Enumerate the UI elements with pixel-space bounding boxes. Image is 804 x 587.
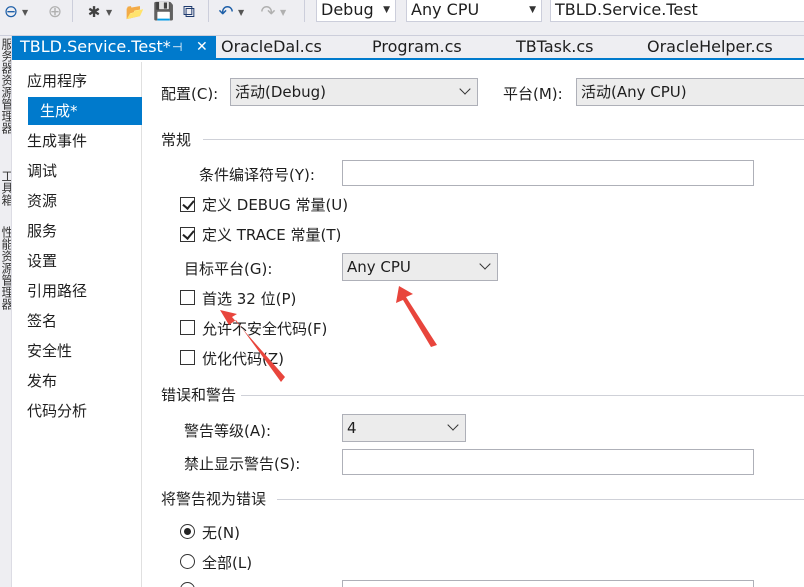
specific-warnings-input[interactable] bbox=[342, 580, 754, 587]
undo-icon[interactable]: ↶ bbox=[216, 2, 236, 23]
toolbar-separator bbox=[208, 0, 209, 22]
chevron-down-icon: ▼ bbox=[529, 5, 536, 15]
new-project-dropdown-icon[interactable]: ▼ bbox=[106, 8, 112, 17]
allow-unsafe-checkbox[interactable] bbox=[180, 320, 195, 335]
forward-icon[interactable]: ⊕ bbox=[46, 2, 64, 22]
solution-configuration-value: Debug bbox=[321, 0, 374, 19]
undo-dropdown-icon[interactable]: ▼ bbox=[238, 8, 244, 17]
conditional-symbols-input[interactable] bbox=[342, 160, 754, 186]
solution-configuration-combo[interactable]: Debug ▼ bbox=[316, 0, 396, 22]
platform-select[interactable]: 活动(Any CPU) bbox=[576, 78, 804, 106]
save-all-icon[interactable]: ⧉ bbox=[178, 2, 200, 22]
chevron-down-icon bbox=[459, 83, 471, 95]
nav-item-application[interactable]: 应用程序 bbox=[27, 67, 142, 95]
warning-level-select[interactable]: 4 bbox=[342, 414, 466, 442]
platform-label: 平台(M): bbox=[503, 85, 563, 103]
nav-item-build-events[interactable]: 生成事件 bbox=[27, 127, 142, 155]
nav-item-debug[interactable]: 调试 bbox=[27, 157, 142, 185]
toolbox-tab[interactable]: 工具箱 bbox=[0, 170, 11, 206]
treat-warnings-all-label: 全部(L) bbox=[202, 554, 253, 572]
pin-icon[interactable]: ⊣ bbox=[172, 36, 182, 58]
document-tabs: TBLD.Service.Test* ⊣ ✕ OracleDal.cs Prog… bbox=[12, 36, 804, 60]
nav-item-publish[interactable]: 发布 bbox=[27, 367, 142, 395]
toolbar: ⊖ ▼ ⊕ ✱ ▼ 📂 💾 ⧉ ↶ ▼ ↷ ▼ Debug ▼ Any CPU … bbox=[0, 0, 804, 36]
tab-oracledal[interactable]: OracleDal.cs bbox=[221, 36, 322, 58]
toolbar-separator bbox=[304, 0, 305, 22]
section-divider bbox=[203, 139, 804, 140]
platform-target-value: Any CPU bbox=[347, 258, 411, 276]
nav-item-services[interactable]: 服务 bbox=[27, 217, 142, 245]
chevron-down-icon bbox=[479, 258, 491, 270]
define-debug-label: 定义 DEBUG 常量(U) bbox=[202, 196, 349, 214]
startup-project-value: TBLD.Service.Test bbox=[555, 0, 698, 19]
treat-warnings-none-label: 无(N) bbox=[202, 524, 240, 542]
redo-dropdown-icon[interactable]: ▼ bbox=[280, 8, 286, 17]
nav-item-settings[interactable]: 设置 bbox=[27, 247, 142, 275]
properties-nav: 应用程序 生成* 生成事件 调试 资源 服务 设置 引用路径 签名 安全性 发布… bbox=[12, 62, 142, 587]
tab-tbtask[interactable]: TBTask.cs bbox=[516, 36, 594, 58]
tab-label: TBLD.Service.Test* bbox=[20, 37, 171, 56]
open-folder-icon[interactable]: 📂 bbox=[124, 2, 146, 22]
nav-item-reference-paths[interactable]: 引用路径 bbox=[27, 277, 142, 305]
tab-project-properties[interactable]: TBLD.Service.Test* ⊣ ✕ bbox=[12, 36, 216, 58]
prefer-32bit-label: 首选 32 位(P) bbox=[202, 290, 297, 308]
tab-oraclehelper[interactable]: OracleHelper.cs bbox=[647, 36, 773, 58]
conditional-symbols-label: 条件编译符号(Y): bbox=[199, 166, 315, 184]
back-dropdown-icon[interactable]: ▼ bbox=[22, 8, 28, 17]
treat-warnings-section-title: 将警告视为错误 bbox=[161, 490, 267, 508]
optimize-code-checkbox[interactable] bbox=[180, 350, 195, 365]
prefer-32bit-checkbox[interactable] bbox=[180, 290, 195, 305]
solution-platform-combo[interactable]: Any CPU ▼ bbox=[406, 0, 542, 22]
nav-item-code-analysis[interactable]: 代码分析 bbox=[27, 397, 142, 425]
define-debug-checkbox[interactable] bbox=[180, 197, 195, 212]
new-project-icon[interactable]: ✱ bbox=[84, 2, 104, 22]
platform-value: 活动(Any CPU) bbox=[581, 83, 687, 101]
suppress-warnings-label: 禁止显示警告(S): bbox=[184, 455, 301, 473]
define-trace-checkbox[interactable] bbox=[180, 227, 195, 242]
configuration-select[interactable]: 活动(Debug) bbox=[230, 78, 478, 106]
save-icon[interactable]: 💾 bbox=[153, 2, 174, 22]
warning-level-label: 警告等级(A): bbox=[184, 422, 272, 440]
errors-section-title: 错误和警告 bbox=[161, 386, 237, 404]
tab-program[interactable]: Program.cs bbox=[372, 36, 462, 58]
startup-project-combo[interactable]: TBLD.Service.Test bbox=[550, 0, 804, 22]
optimize-code-label: 优化代码(Z) bbox=[202, 350, 284, 368]
chevron-down-icon bbox=[447, 419, 459, 431]
server-explorer-tab[interactable]: 服务器资源管理器 bbox=[0, 38, 11, 134]
define-trace-label: 定义 TRACE 常量(T) bbox=[202, 226, 342, 244]
redo-icon[interactable]: ↷ bbox=[258, 2, 278, 23]
general-section-title: 常规 bbox=[161, 131, 192, 149]
section-divider bbox=[241, 395, 804, 396]
build-page: 配置(C): 活动(Debug) 平台(M): 活动(Any CPU) 常规 条… bbox=[143, 62, 804, 587]
solution-platform-value: Any CPU bbox=[411, 0, 480, 19]
section-divider bbox=[277, 499, 804, 500]
suppress-warnings-input[interactable] bbox=[342, 449, 754, 475]
toolbar-separator bbox=[72, 0, 73, 22]
configuration-label: 配置(C): bbox=[161, 85, 219, 103]
back-icon[interactable]: ⊖ bbox=[2, 2, 20, 22]
allow-unsafe-label: 允许不安全代码(F) bbox=[202, 320, 328, 338]
side-tool-strip: 服务器资源管理器 工具箱 性能资源管理器 bbox=[0, 36, 12, 587]
platform-target-select[interactable]: Any CPU bbox=[342, 253, 498, 281]
treat-warnings-none-radio[interactable] bbox=[180, 524, 195, 539]
platform-target-label: 目标平台(G): bbox=[184, 260, 273, 278]
nav-item-security[interactable]: 安全性 bbox=[27, 337, 142, 365]
warning-level-value: 4 bbox=[347, 419, 357, 437]
performance-explorer-tab[interactable]: 性能资源管理器 bbox=[0, 226, 11, 310]
chevron-down-icon: ▼ bbox=[383, 5, 390, 15]
treat-warnings-specific-radio[interactable] bbox=[180, 582, 195, 587]
nav-item-signing[interactable]: 签名 bbox=[27, 307, 142, 335]
nav-item-build[interactable]: 生成* bbox=[28, 97, 142, 125]
close-icon[interactable]: ✕ bbox=[196, 36, 208, 58]
treat-warnings-all-radio[interactable] bbox=[180, 554, 195, 569]
configuration-value: 活动(Debug) bbox=[235, 83, 327, 101]
nav-item-resources[interactable]: 资源 bbox=[27, 187, 142, 215]
